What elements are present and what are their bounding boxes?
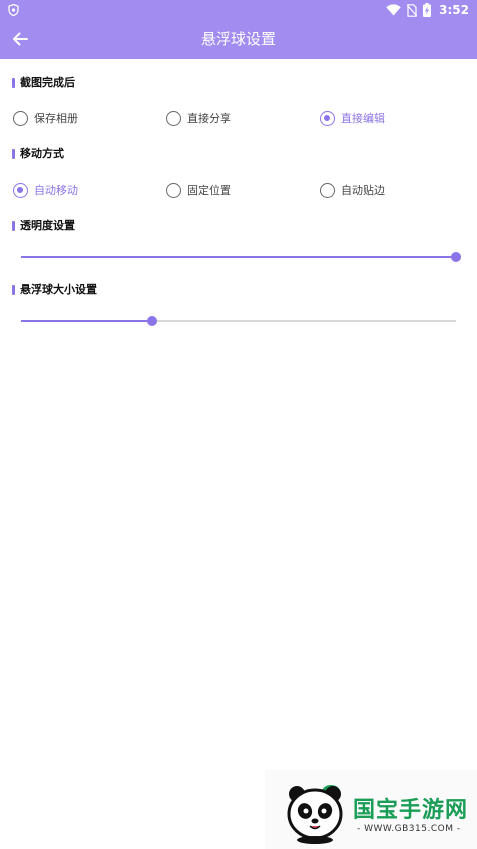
radio-label: 自动贴边 <box>341 184 385 197</box>
slider-thumb[interactable] <box>451 252 461 262</box>
radio-label: 保存相册 <box>34 112 78 125</box>
watermark: 国宝手游网 - WWW.GB315.COM - <box>265 770 477 849</box>
watermark-url: - WWW.GB315.COM - <box>357 824 461 834</box>
slider-thumb[interactable] <box>146 316 157 326</box>
opacity-slider[interactable] <box>21 251 461 263</box>
slider-fill <box>21 256 456 258</box>
radio-circle <box>166 110 181 126</box>
radio-direct-share[interactable]: 直接分享 <box>166 108 231 128</box>
radio-save-album[interactable]: 保存相册 <box>13 108 78 128</box>
section-title-size: 悬浮球大小设置 <box>12 283 97 297</box>
status-bar: 3:52 <box>0 0 477 20</box>
radio-label: 自动移动 <box>34 184 78 197</box>
section-title-capture: 截图完成后 <box>12 76 75 90</box>
radio-auto-snap-edge[interactable]: 自动贴边 <box>320 180 385 200</box>
move-radio-group: 自动移动 固定位置 自动贴边 <box>0 180 477 200</box>
toolbar: 悬浮球设置 <box>0 20 477 59</box>
radio-auto-move[interactable]: 自动移动 <box>13 180 78 200</box>
no-sim-icon <box>407 3 418 17</box>
radio-label: 直接分享 <box>187 112 231 125</box>
radio-direct-edit[interactable]: 直接编辑 <box>320 108 385 128</box>
size-slider[interactable] <box>21 315 456 327</box>
slider-fill <box>21 320 152 322</box>
radio-label: 固定位置 <box>187 184 231 197</box>
section-title-move: 移动方式 <box>12 147 64 161</box>
page-title: 悬浮球设置 <box>200 30 276 48</box>
radio-circle <box>13 110 28 126</box>
radio-circle <box>320 110 335 126</box>
wifi-icon <box>386 4 401 16</box>
watermark-brand: 国宝手游网 <box>353 798 469 823</box>
capture-radio-group: 保存相册 直接分享 直接编辑 <box>0 108 477 128</box>
status-time: 3:52 <box>439 3 469 17</box>
radio-circle <box>320 182 335 198</box>
radio-label: 直接编辑 <box>341 112 385 125</box>
section-title-opacity: 透明度设置 <box>12 219 75 233</box>
radio-circle <box>13 182 28 198</box>
radio-circle <box>166 182 181 198</box>
battery-charging-icon <box>423 3 432 17</box>
shield-icon <box>8 4 19 16</box>
status-icons: 3:52 <box>386 2 469 18</box>
radio-fixed-position[interactable]: 固定位置 <box>166 180 231 200</box>
panda-logo-icon <box>287 785 343 844</box>
